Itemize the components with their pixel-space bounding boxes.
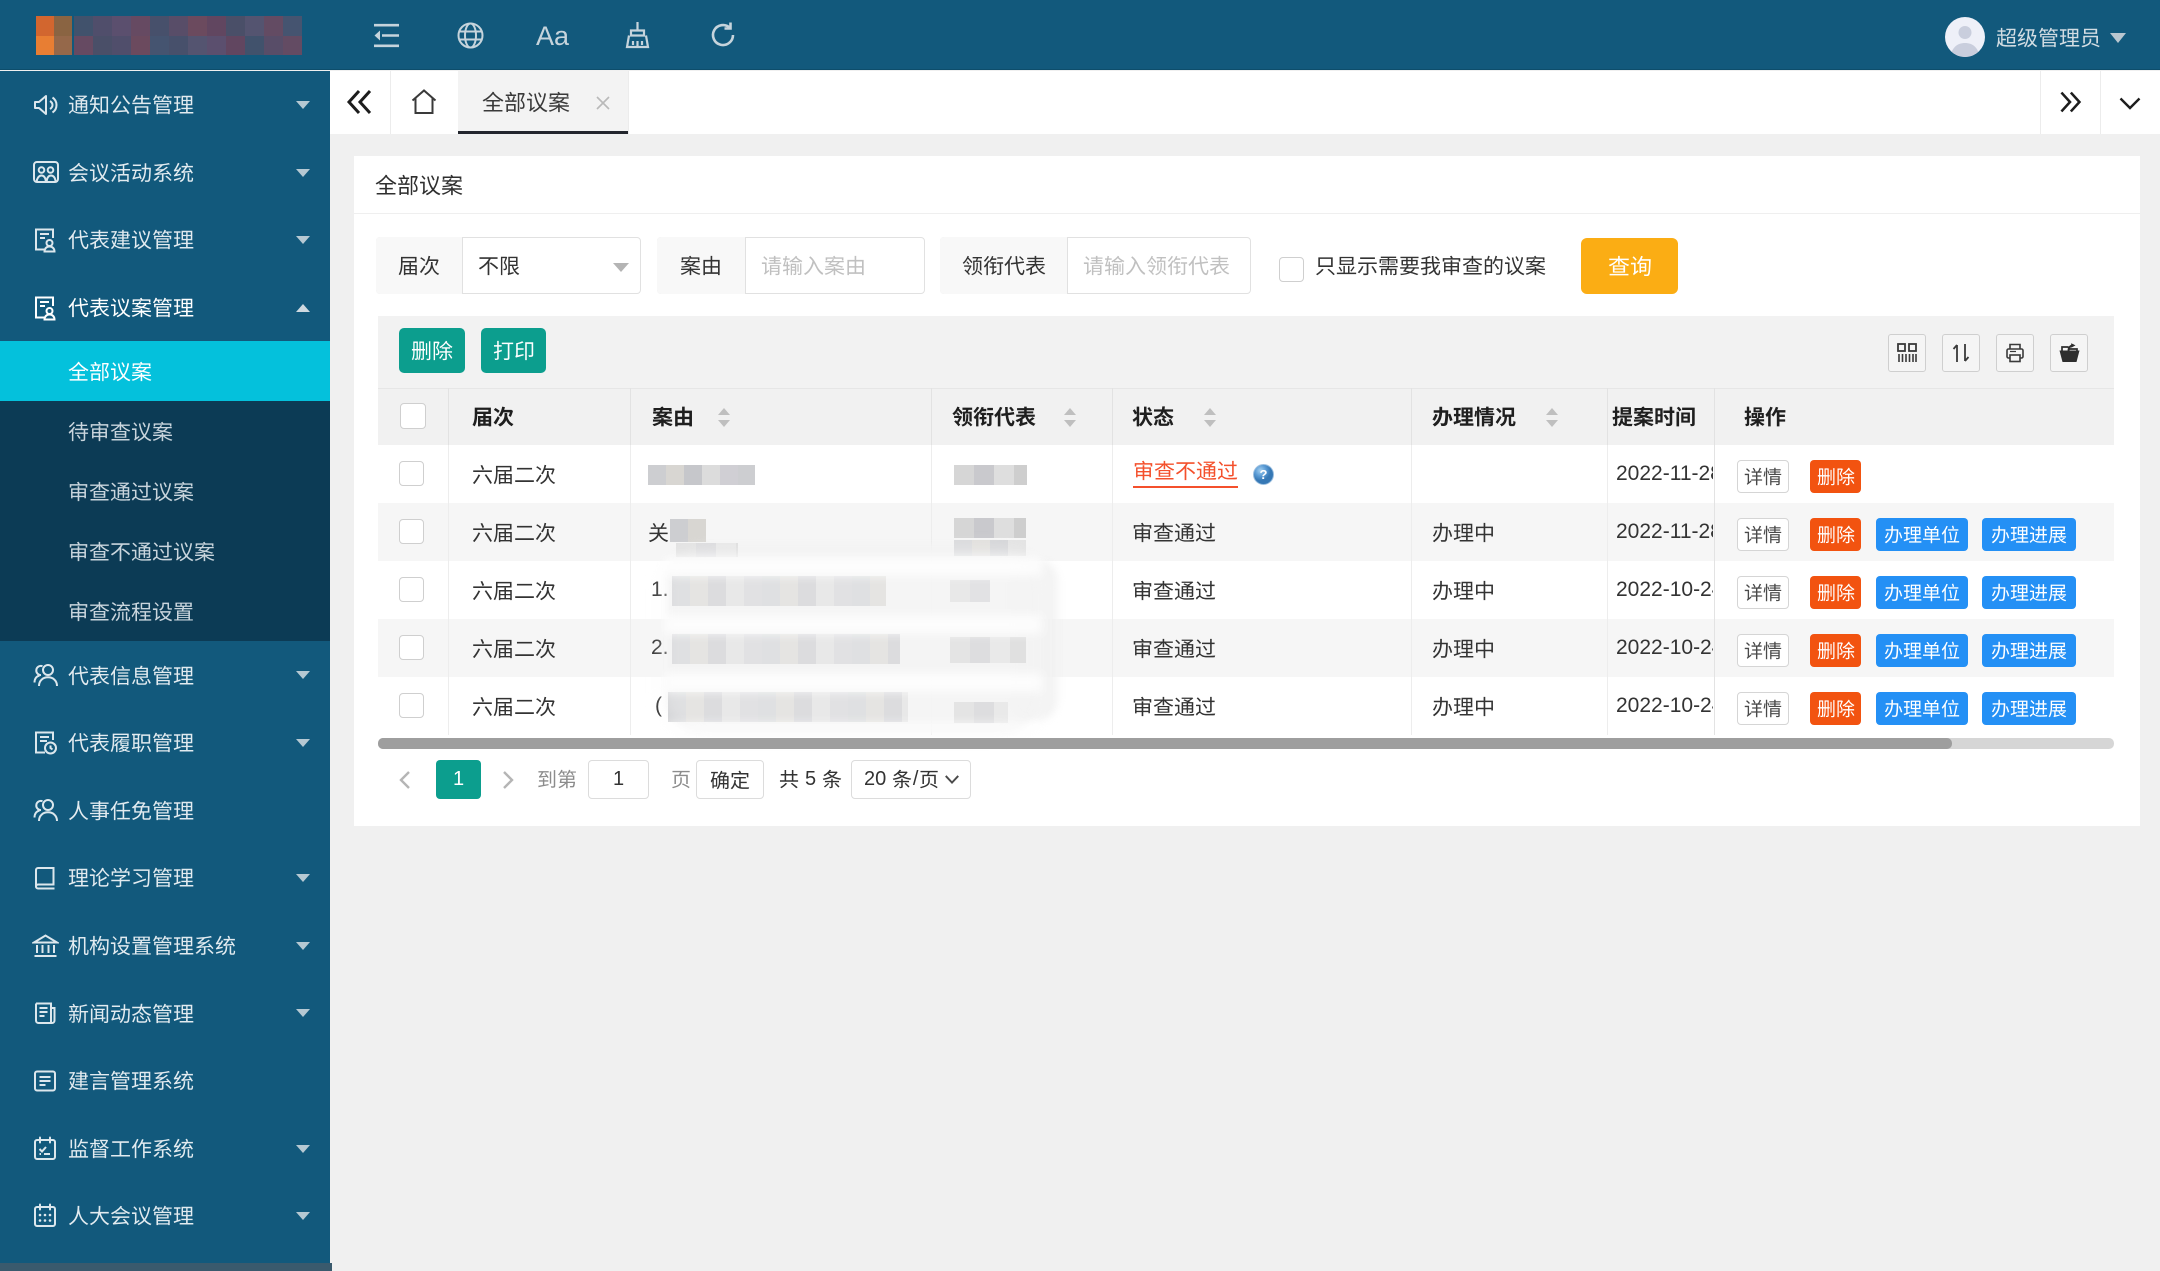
svg-text:?: ? xyxy=(1260,467,1268,482)
